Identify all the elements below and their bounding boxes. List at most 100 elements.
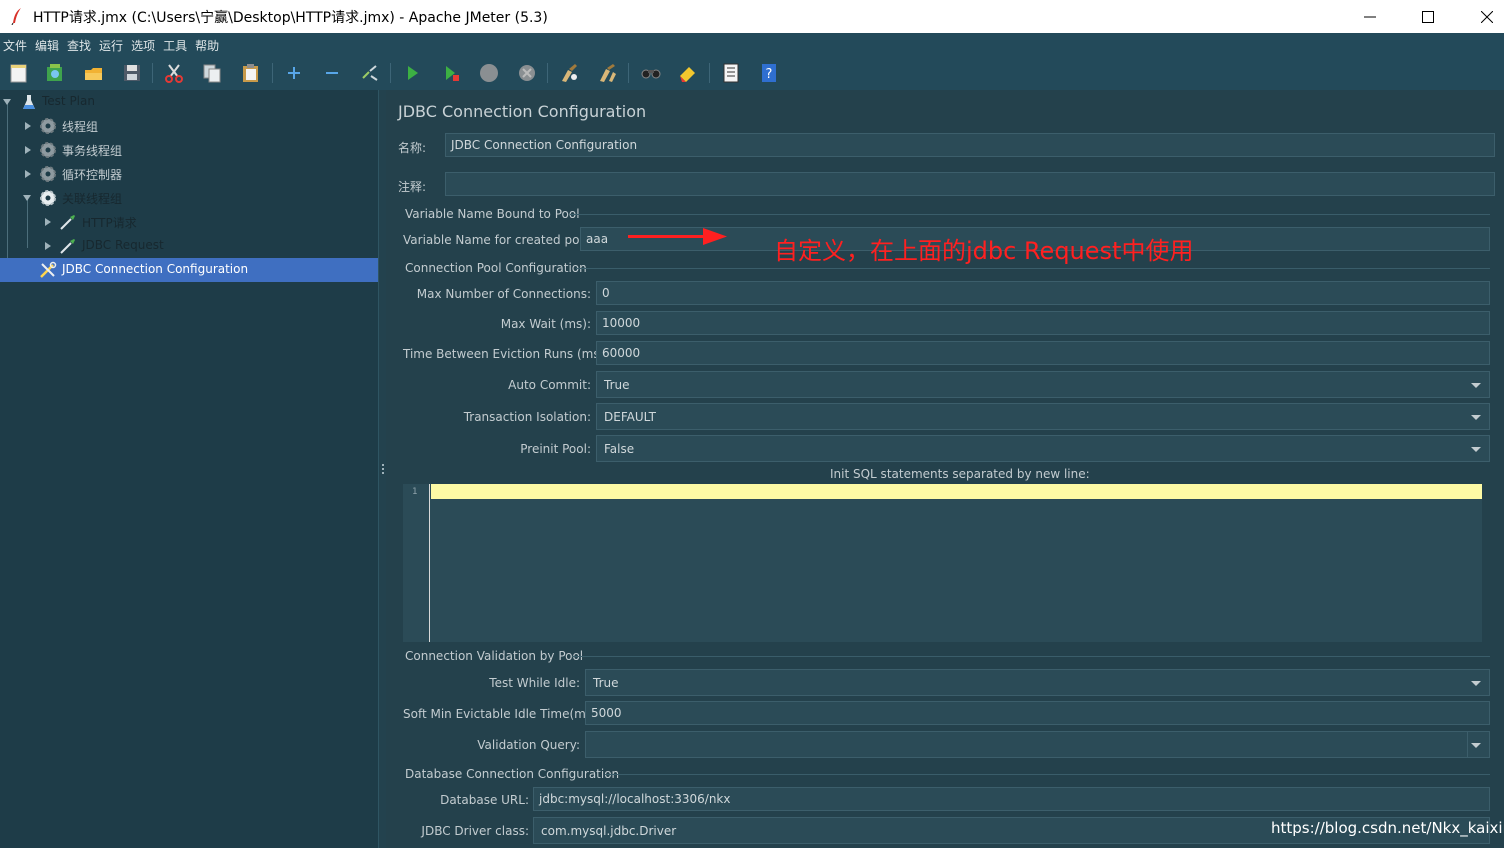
collapsed-arrow-icon[interactable] <box>44 242 52 250</box>
comment-field[interactable] <box>445 172 1495 196</box>
menu-help[interactable]: 帮助 <box>195 37 219 54</box>
new-icon[interactable] <box>8 62 30 84</box>
expand-icon[interactable] <box>283 62 305 84</box>
chevron-down-icon <box>1471 383 1481 388</box>
test-while-idle-select[interactable]: True <box>585 669 1490 696</box>
max-wait-field[interactable]: 10000 <box>596 311 1490 335</box>
chevron-down-icon <box>1471 743 1481 748</box>
soft-min-idle-field[interactable]: 5000 <box>585 701 1490 725</box>
current-line-highlight <box>431 484 1482 499</box>
tree-item-test-plan[interactable]: Test Plan <box>0 90 378 114</box>
minimize-icon <box>1364 16 1376 17</box>
test-plan-tree: Test Plan 线程组 事务线程组 循环控制器 关联线程组 HTTP请求 J… <box>0 90 378 848</box>
collapsed-arrow-icon[interactable] <box>24 170 32 178</box>
cut-icon[interactable] <box>163 62 185 84</box>
search-icon[interactable] <box>640 62 662 84</box>
maximize-button[interactable] <box>1405 0 1451 33</box>
tree-item-http-request[interactable]: HTTP请求 <box>0 210 378 234</box>
section-variable-name-bound: Variable Name Bound to Pool <box>405 207 580 221</box>
templates-icon[interactable] <box>44 62 66 84</box>
section-connection-pool: Connection Pool Configuration <box>405 261 587 275</box>
menu-tools[interactable]: 工具 <box>163 37 187 54</box>
tree-item-label: HTTP请求 <box>82 216 137 230</box>
clear-icon[interactable] <box>558 62 580 84</box>
menu-file[interactable]: 文件 <box>3 37 27 54</box>
test-while-idle-label: Test While Idle: <box>489 676 580 690</box>
start-no-pause-icon[interactable] <box>440 62 462 84</box>
panel-splitter[interactable] <box>378 90 386 848</box>
transaction-isolation-label: Transaction Isolation: <box>463 410 591 424</box>
minimize-button[interactable] <box>1347 0 1393 33</box>
tree-item-jdbc-connection-configuration[interactable]: JDBC Connection Configuration <box>0 258 378 282</box>
line-number: 1 <box>412 487 418 497</box>
close-icon <box>1481 10 1493 23</box>
gear-icon <box>40 118 56 134</box>
expanded-arrow-icon[interactable] <box>23 194 31 202</box>
preinit-pool-select[interactable]: False <box>596 435 1490 462</box>
config-panel: JDBC Connection Configuration 名称: JDBC C… <box>386 90 1504 848</box>
jdbc-driver-value: com.mysql.jdbc.Driver <box>541 824 677 838</box>
auto-commit-select[interactable]: True <box>596 371 1490 398</box>
collapse-icon[interactable] <box>321 62 343 84</box>
jdbc-driver-label: JDBC Driver class: <box>421 824 529 838</box>
name-field[interactable]: JDBC Connection Configuration <box>445 133 1495 157</box>
copy-icon[interactable] <box>201 62 223 84</box>
window-title: HTTP请求.jmx (C:\Users\宁赢\Desktop\HTTP请求.j… <box>33 10 548 26</box>
preinit-pool-label: Preinit Pool: <box>520 442 591 456</box>
start-icon[interactable] <box>401 62 423 84</box>
section-connection-validation: Connection Validation by Pool <box>405 649 584 663</box>
svg-text:?: ? <box>766 67 773 82</box>
collapsed-arrow-icon[interactable] <box>24 146 32 154</box>
tree-item-label: Test Plan <box>42 94 95 108</box>
transaction-isolation-select[interactable]: DEFAULT <box>596 403 1490 430</box>
chevron-down-icon <box>1471 447 1481 452</box>
expanded-arrow-icon[interactable] <box>3 98 11 106</box>
validation-query-select[interactable] <box>585 731 1490 758</box>
paste-icon[interactable] <box>240 62 262 84</box>
init-sql-label: Init SQL statements separated by new lin… <box>830 467 1090 481</box>
editor-gutter: 1 <box>403 484 430 642</box>
reset-search-icon[interactable] <box>677 62 699 84</box>
eviction-runs-label: Time Between Eviction Runs (ms): <box>403 347 609 361</box>
tree-item-jdbc-request[interactable]: JDBC Request <box>0 234 378 258</box>
annotation-arrow-icon <box>628 228 727 245</box>
menu-search[interactable]: 查找 <box>67 37 91 54</box>
help-icon[interactable]: ? <box>758 62 780 84</box>
pipette-icon <box>60 239 75 254</box>
save-icon[interactable] <box>121 62 143 84</box>
eviction-runs-field[interactable]: 60000 <box>596 341 1490 365</box>
chevron-down-icon <box>1471 415 1481 420</box>
jmeter-feather-icon <box>11 8 21 25</box>
tree-item-thread-group[interactable]: 线程组 <box>0 114 378 138</box>
preinit-pool-value: False <box>604 442 635 456</box>
tree-item-associated-thread-group[interactable]: 关联线程组 <box>0 186 378 210</box>
open-icon[interactable] <box>83 62 105 84</box>
collapsed-arrow-icon[interactable] <box>44 218 52 226</box>
stop-icon[interactable] <box>478 62 500 84</box>
max-connections-label: Max Number of Connections: <box>416 287 591 301</box>
toolbar: ? <box>0 57 1504 90</box>
auto-commit-label: Auto Commit: <box>508 378 591 392</box>
tree-item-transaction-thread-group[interactable]: 事务线程组 <box>0 138 378 162</box>
function-helper-icon[interactable] <box>720 62 742 84</box>
tree-item-label: 事务线程组 <box>62 144 123 158</box>
database-url-field[interactable]: jdbc:mysql://localhost:3306/nkx <box>533 787 1490 811</box>
menu-run[interactable]: 运行 <box>99 37 123 54</box>
shutdown-icon[interactable] <box>516 62 538 84</box>
init-sql-editor[interactable]: 1 <box>403 484 1482 642</box>
tree-item-label: 关联线程组 <box>62 192 123 206</box>
close-button[interactable] <box>1464 0 1504 33</box>
menu-edit[interactable]: 编辑 <box>35 37 59 54</box>
clear-all-icon[interactable] <box>597 62 619 84</box>
toggle-icon[interactable] <box>359 62 381 84</box>
auto-commit-value: True <box>604 378 630 392</box>
watermark: https://blog.csdn.net/Nkx_kaixin <box>1271 819 1504 837</box>
menu-options[interactable]: 选项 <box>131 37 155 54</box>
max-connections-field[interactable]: 0 <box>596 281 1490 305</box>
validation-query-label: Validation Query: <box>477 738 580 752</box>
tree-item-loop-controller[interactable]: 循环控制器 <box>0 162 378 186</box>
section-database-connection: Database Connection Configuration <box>405 767 620 781</box>
pipette-icon <box>60 215 75 230</box>
gear-icon <box>40 142 56 158</box>
collapsed-arrow-icon[interactable] <box>24 122 32 130</box>
